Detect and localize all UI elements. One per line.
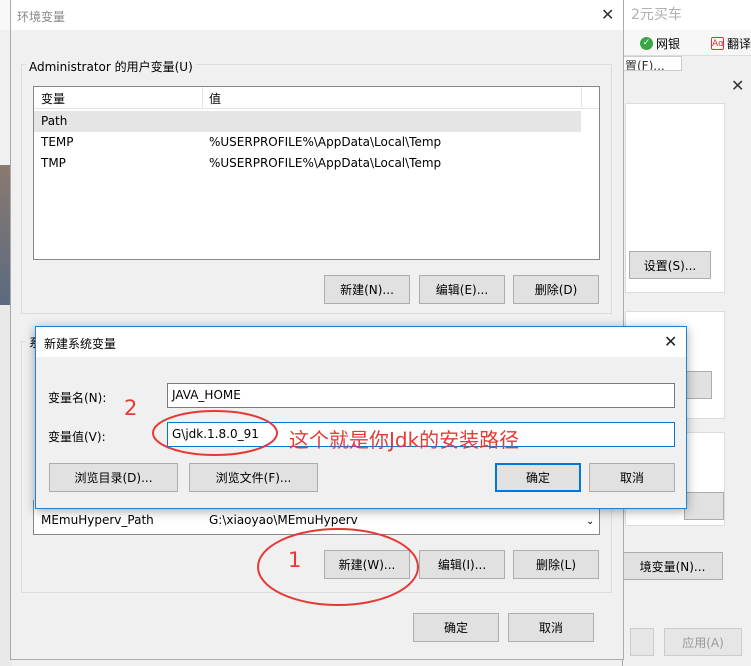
background-top-text: 2元买车 xyxy=(631,7,682,23)
column-header-value[interactable]: 值 xyxy=(209,90,221,107)
dialog-titlebar: 环境变量 ✕ xyxy=(11,0,623,30)
background-menu-fragment: 置(F)... xyxy=(622,56,682,71)
browse-file-button[interactable]: 浏览文件(F)... xyxy=(189,463,318,492)
bank-tool[interactable]: ✓ 网银 xyxy=(640,35,680,52)
dialog-close-icon[interactable]: ✕ xyxy=(601,5,614,24)
chevron-down-icon[interactable]: ⌄ xyxy=(586,516,594,527)
dialog-ok-button[interactable]: 确定 xyxy=(413,613,499,642)
user-variable-value: %USERPROFILE%\AppData\Local\Temp xyxy=(209,156,442,170)
system-variable-row[interactable]: MEmuHyperv_Path G:\xiaoyao\MEmuHyperv xyxy=(34,510,599,531)
translate-tool[interactable]: Aα 翻译 xyxy=(711,35,751,52)
modal-ok-button[interactable]: 确定 xyxy=(495,463,581,492)
bank-label: 网银 xyxy=(656,37,681,51)
user-variable-row[interactable]: Path xyxy=(34,111,581,132)
background-close-icon[interactable]: ✕ xyxy=(731,76,744,95)
annotation-step-1: 1 xyxy=(288,548,302,572)
user-new-button[interactable]: 新建(N)... xyxy=(324,275,410,304)
background-partial-button[interactable] xyxy=(684,371,712,399)
modal-titlebar: 新建系统变量 ✕ xyxy=(36,327,686,357)
bank-icon: ✓ xyxy=(640,37,653,50)
system-edit-button[interactable]: 编辑(I)... xyxy=(419,550,505,579)
translate-icon: Aα xyxy=(711,37,725,50)
close-icon[interactable]: ✕ xyxy=(664,332,677,351)
dialog-cancel-button[interactable]: 取消 xyxy=(508,613,594,642)
translate-label: 翻译 xyxy=(727,37,751,51)
user-variable-name: TEMP xyxy=(41,135,74,149)
modal-title: 新建系统变量 xyxy=(44,337,117,351)
variable-value-label: 变量值(V): xyxy=(48,430,106,444)
background-env-vars-button[interactable]: 境变量(N)... xyxy=(622,552,723,580)
background-settings-button[interactable]: 设置(S)... xyxy=(629,251,711,279)
system-delete-button[interactable]: 删除(L) xyxy=(513,550,599,579)
user-variable-row[interactable]: TMP %USERPROFILE%\AppData\Local\Temp xyxy=(34,153,599,174)
column-separator[interactable] xyxy=(581,87,582,109)
variable-name-input[interactable]: JAVA_HOME xyxy=(167,383,675,408)
modal-cancel-button[interactable]: 取消 xyxy=(589,463,675,492)
annotation-step-2: 2 xyxy=(124,396,138,420)
column-separator[interactable] xyxy=(202,87,203,109)
user-variable-value: %USERPROFILE%\AppData\Local\Temp xyxy=(209,135,442,149)
annotation-hint-text: 这个就是你Jdk的安装路径 xyxy=(289,428,520,452)
user-variable-name: Path xyxy=(41,114,68,128)
variable-name-label: 变量名(N): xyxy=(48,391,107,405)
browse-directory-button[interactable]: 浏览目录(D)... xyxy=(49,463,178,492)
user-variable-row[interactable]: TEMP %USERPROFILE%\AppData\Local\Temp xyxy=(34,132,599,153)
column-header-variable[interactable]: 变量 xyxy=(41,90,65,107)
system-variable-name: MEmuHyperv_Path xyxy=(41,513,154,527)
system-variable-value: G:\xiaoyao\MEmuHyperv xyxy=(209,513,358,527)
user-variables-list[interactable]: 变量 值 Path TEMP %USERPROFILE%\AppData\Loc… xyxy=(33,86,600,260)
system-new-button[interactable]: 新建(W)... xyxy=(324,550,410,579)
background-settings2-button[interactable] xyxy=(684,492,724,520)
user-edit-button[interactable]: 编辑(E)... xyxy=(419,275,505,304)
background-apply-button[interactable]: 应用(A) xyxy=(664,628,742,656)
dialog-title: 环境变量 xyxy=(17,10,66,24)
user-variables-group-label: Administrator 的用户变量(U) xyxy=(26,58,196,75)
user-variable-name: TMP xyxy=(41,156,66,170)
background-partial-ok[interactable] xyxy=(630,628,654,656)
user-variables-list-header: 变量 值 xyxy=(34,87,599,109)
user-delete-button[interactable]: 删除(D) xyxy=(513,275,599,304)
